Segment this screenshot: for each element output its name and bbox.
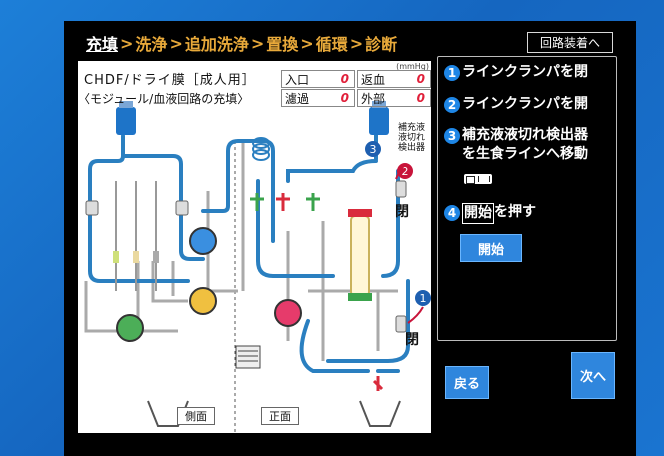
step-number-2: 2 [444, 97, 460, 113]
clamp-close-label-bottom: 閉 [405, 332, 419, 348]
callout-1: 1 [420, 292, 427, 305]
step-separator: > [169, 33, 183, 53]
step-number-4: 4 [444, 205, 460, 221]
step-separator: > [250, 33, 265, 53]
step-extra-wash: 追加洗浄 [184, 35, 249, 54]
circuit-diagram: 3 2 1 CHDF/ドライ膜［成人用］ 〈モジュール/血液回路の充填〉 (mm… [78, 61, 431, 433]
step-current: 充填 [86, 35, 119, 54]
circuit-illustration: 3 2 1 [84, 101, 431, 433]
diagram-title: CHDF/ドライ膜［成人用］ [84, 73, 256, 88]
step-replace: 置換 [266, 35, 299, 54]
pressure-inlet: 入口 0 [281, 70, 355, 88]
step-number-1: 1 [444, 65, 460, 81]
step-number-3: 3 [444, 128, 460, 144]
step-separator: > [120, 33, 134, 53]
step-separator: > [300, 33, 314, 53]
diagram-subtitle: 〈モジュール/血液回路の充填〉 [78, 92, 250, 106]
detector-icon [464, 174, 492, 184]
start-button[interactable]: 開始 [460, 234, 522, 262]
instruction-step-1: 1 ラインクランパを閉 [444, 63, 588, 82]
pressure-external: 外部 0 [357, 89, 431, 107]
step-indicator: 充填 > 洗浄 > 追加洗浄 > 置換 > 循環 > 診断 [86, 30, 397, 56]
step-circulate: 循環 [315, 35, 348, 54]
pressure-filtrate: 濾過 0 [281, 89, 355, 107]
pressure-return: 返血 0 [357, 70, 431, 88]
circuit-mount-button[interactable]: 回路装着へ [527, 32, 613, 53]
clamp-close-label-top: 閉 [395, 204, 409, 220]
pressure-grid: (mmHg) 入口 0 返血 0 濾過 0 外部 0 [281, 62, 431, 107]
back-button[interactable]: 戻る [445, 366, 489, 399]
instruction-step-3: 3 補充液液切れ検出器 を生食ラインへ移動 [444, 126, 588, 164]
step-wash: 洗浄 [135, 35, 168, 54]
instruction-step-2: 2 ラインクランパを開 [444, 95, 588, 114]
callout-3: 3 [370, 143, 377, 156]
front-view-label: 正面 [261, 407, 299, 425]
side-view-label: 側面 [177, 407, 215, 425]
detector-note: 補充液 液切れ 検出器 [398, 123, 426, 153]
instruction-step-4: 4 開始 を押す [444, 203, 536, 224]
step-diagnose: 診断 [365, 35, 398, 54]
step-separator: > [349, 33, 364, 53]
next-button[interactable]: 次へ [571, 352, 615, 399]
